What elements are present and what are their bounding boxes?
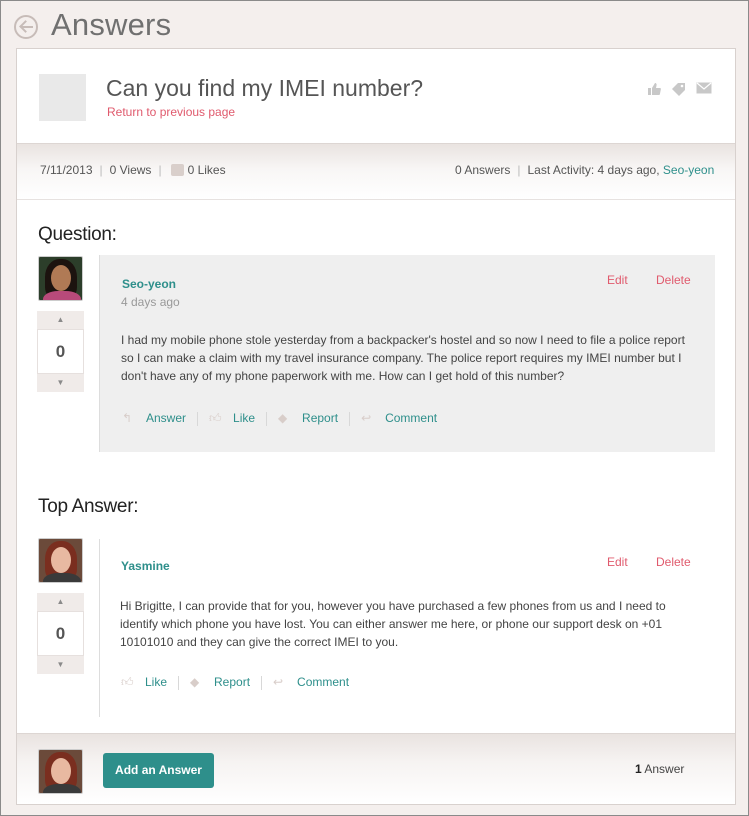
report-button[interactable]: ◆ Report [190, 675, 250, 689]
vote-down-icon[interactable]: ▼ [37, 656, 84, 674]
question-panel: Can you find my IMEI number? Return to p… [16, 48, 736, 805]
last-activity: Last Activity: 4 days ago, [527, 163, 660, 177]
vote-up-icon[interactable]: ▲ [37, 311, 84, 329]
like-icon: 👍︎ [121, 675, 134, 689]
mail-icon[interactable] [696, 82, 712, 96]
like-icon: 👍︎ [209, 411, 222, 425]
question-actions: ↰ Answer 👍︎ Like ◆ Report ↩ Comment [122, 411, 437, 426]
vote-count: 0 [37, 329, 84, 374]
likes-count: 0 Likes [187, 163, 226, 177]
like-small-icon [170, 164, 184, 176]
question-body: I had my mobile phone stole yesterday fr… [121, 333, 685, 383]
reply-icon: ↰ [122, 411, 133, 425]
answer-author[interactable]: Yasmine [121, 559, 170, 573]
comment-icon: ↩ [361, 411, 372, 425]
like-button[interactable]: 👍︎ Like [121, 675, 167, 689]
return-link[interactable]: Return to previous page [107, 105, 235, 119]
like-button[interactable]: 👍︎ Like [209, 411, 255, 425]
question-meta-bar: 7/11/2013 | 0 Views | 0 Likes 0 Answers | Last… [17, 143, 735, 200]
answer-voter: ▲ 0 ▼ [37, 593, 84, 674]
views-count: 0 Views [109, 163, 152, 177]
page-header: Answers [1, 1, 748, 47]
comment-button[interactable]: ↩ Comment [273, 675, 349, 689]
tag-icon[interactable] [671, 82, 685, 96]
question-box: Seo-yeon 4 days ago Edit Delete I had my… [99, 255, 715, 452]
avatar[interactable] [38, 256, 83, 301]
answer-actions: 👍︎ Like ◆ Report ↩ Comment [121, 675, 349, 690]
report-icon: ◆ [190, 675, 200, 689]
meta-left: 7/11/2013 | 0 Views | 0 Likes [40, 163, 226, 177]
question-section-label: Question: [38, 224, 117, 245]
answer-footer-bar: Add an Answer 1 Answer [17, 733, 735, 804]
question-title: Can you find my IMEI number? [106, 75, 424, 101]
report-icon: ◆ [278, 411, 288, 425]
answer-count: 1 Answer [635, 762, 685, 776]
last-activity-user-link[interactable]: Seo-yeon [663, 163, 714, 177]
question-time: 4 days ago [121, 295, 180, 309]
vote-up-icon[interactable]: ▲ [37, 593, 84, 611]
like-icon[interactable] [647, 82, 661, 96]
page-title: Answers [51, 7, 172, 42]
meta-right: 0 Answers | Last Activity: 4 days ago, Seo… [455, 163, 715, 177]
question-date: 7/11/2013 [40, 163, 93, 177]
comment-icon: ↩ [273, 675, 284, 689]
question-voter: ▲ 0 ▼ [37, 311, 84, 392]
answers-count: 0 Answers [455, 163, 511, 177]
question-thumbnail [39, 74, 86, 121]
edit-button[interactable]: Edit [607, 273, 628, 287]
edit-button[interactable]: Edit [607, 555, 628, 569]
vote-down-icon[interactable]: ▼ [37, 374, 84, 392]
report-button[interactable]: ◆ Report [278, 411, 338, 425]
delete-button[interactable]: Delete [656, 555, 691, 569]
top-answer-section-label: Top Answer: [38, 496, 139, 517]
avatar[interactable] [38, 538, 83, 583]
vote-count: 0 [37, 611, 84, 656]
answer-divider [99, 539, 100, 717]
add-answer-button[interactable]: Add an Answer [103, 753, 214, 788]
question-author[interactable]: Seo-yeon [122, 277, 176, 291]
avatar [38, 749, 83, 794]
back-arrow-icon[interactable] [14, 15, 38, 39]
answer-button[interactable]: ↰ Answer [122, 411, 186, 425]
delete-button[interactable]: Delete [656, 273, 691, 287]
comment-button[interactable]: ↩ Comment [361, 411, 437, 425]
answer-body: Hi Brigitte, I can provide that for you,… [120, 599, 666, 649]
